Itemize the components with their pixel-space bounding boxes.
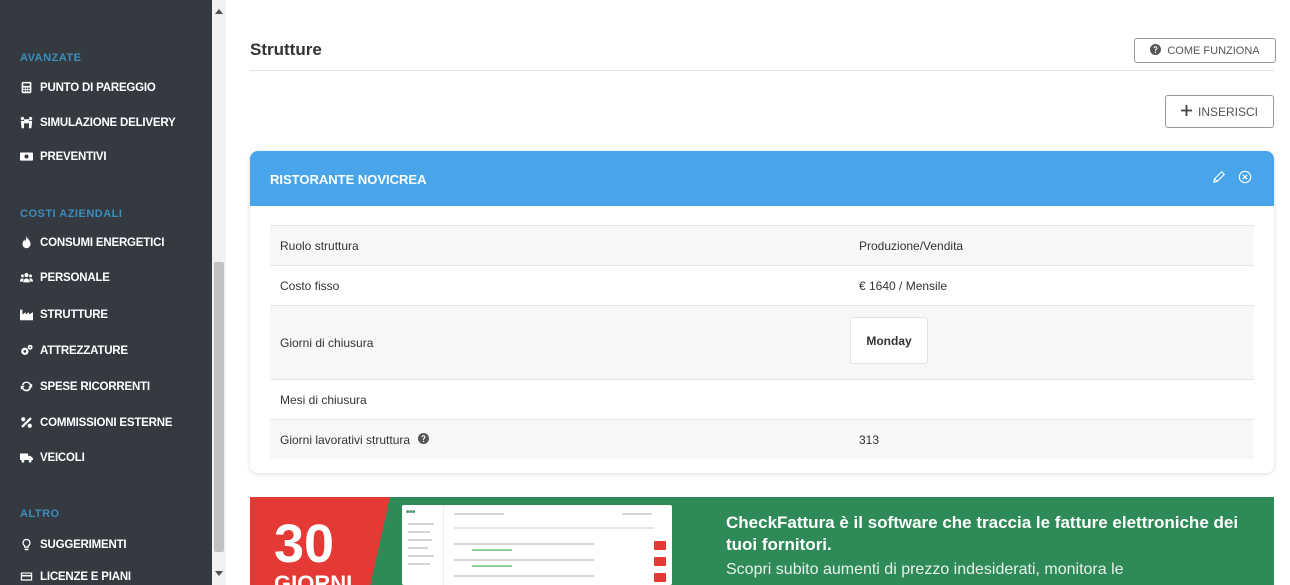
question-circle-icon[interactable]: [418, 432, 430, 447]
table-row: Mesi di chiusura: [270, 379, 1254, 419]
closing-day-badge: Monday: [850, 317, 928, 364]
structure-info-table: Ruolo struttura Produzione/Vendita Costo…: [270, 225, 1254, 459]
scroll-down-arrow-icon[interactable]: [212, 567, 226, 581]
sidebar-item-strutture[interactable]: STRUTTURE: [20, 308, 108, 321]
sidebar-item-veicoli[interactable]: VEICOLI: [20, 451, 85, 464]
sidebar-item-simulazione-delivery[interactable]: SIMULAZIONE DELIVERY: [20, 116, 176, 129]
sidebar-item-commissioni-esterne[interactable]: COMMISSIONI ESTERNE: [20, 416, 172, 429]
row-label: Mesi di chiusura: [280, 392, 367, 407]
sidebar-section-altro: ALTRO: [20, 508, 60, 520]
sidebar-item-label: SPESE RICORRENTI: [40, 380, 150, 393]
how-it-works-label: COME FUNZIONA: [1167, 44, 1260, 57]
row-label: Giorni lavorativi struttura: [280, 432, 411, 447]
page-title: Strutture: [250, 40, 322, 59]
screenshot-red-button: [654, 557, 666, 566]
table-row: Giorni di chiusura Monday: [270, 305, 1254, 379]
sidebar-item-preventivi[interactable]: PREVENTIVI: [20, 150, 107, 163]
close-circle-icon[interactable]: [1238, 170, 1252, 189]
sync-icon: [20, 380, 33, 393]
sidebar-scrollbar[interactable]: [212, 0, 226, 585]
sidebar-item-label: ATTREZZATURE: [40, 344, 128, 357]
fire-icon: [20, 236, 33, 249]
sidebar-item-personale[interactable]: PERSONALE: [20, 271, 110, 284]
percent-icon: [20, 416, 33, 429]
calculator-icon: [20, 81, 33, 94]
sidebar-item-label: SIMULAZIONE DELIVERY: [40, 116, 176, 129]
card-tools: [1212, 170, 1252, 189]
row-value: € 1640 / Mensile: [859, 278, 948, 293]
users-icon: [20, 271, 33, 284]
row-label: Ruolo struttura: [280, 238, 359, 253]
row-label: Costo fisso: [280, 278, 340, 293]
insert-label: INSERISCI: [1197, 104, 1258, 119]
card-header: RISTORANTE NOVICREA: [250, 151, 1274, 206]
checkfattura-logo-icon: ■■■: [406, 509, 416, 515]
structure-card: RISTORANTE NOVICREA Ruolo struttura Prod…: [250, 151, 1274, 473]
scrollbar-thumb[interactable]: [214, 262, 224, 552]
scroll-up-arrow-icon[interactable]: [212, 4, 226, 18]
insert-button[interactable]: INSERISCI: [1165, 95, 1274, 128]
sidebar-item-suggerimenti[interactable]: SUGGERIMENTI: [20, 538, 127, 551]
banner-days-number: 30: [274, 514, 335, 574]
table-row: Costo fisso € 1640 / Mensile: [270, 265, 1254, 305]
sidebar-item-licenze-e-piani[interactable]: LICENZE E PIANI: [20, 570, 131, 583]
banner-days-label: GIORNI: [274, 571, 353, 585]
checkfattura-promo-banner[interactable]: 30 GIORNI ■■■ CheckFattura è il software…: [250, 497, 1274, 585]
sidebar-item-label: PERSONALE: [40, 271, 110, 284]
cogs-icon: [20, 344, 33, 357]
industry-icon: [20, 308, 33, 321]
sidebar: AVANZATE PUNTO DI PAREGGIO SIMULAZIONE D…: [0, 0, 212, 585]
plus-icon: [1180, 104, 1192, 119]
banner-headline: CheckFattura è il software che traccia l…: [726, 513, 1239, 554]
sidebar-item-spese-ricorrenti[interactable]: SPESE RICORRENTI: [20, 380, 150, 393]
screenshot-sidebar: ■■■: [402, 505, 444, 585]
sidebar-item-label: VEICOLI: [40, 451, 85, 464]
sidebar-item-label: CONSUMI ENERGETICI: [40, 236, 165, 249]
banner-app-screenshot: ■■■: [402, 505, 672, 585]
question-circle-icon: [1150, 43, 1162, 58]
table-row: Giorni lavorativi struttura 313: [270, 419, 1254, 459]
row-value: 313: [859, 432, 880, 447]
banner-subline: Scopri subito aumenti di prezzo indeside…: [726, 561, 1124, 578]
sidebar-section-costi-aziendali: COSTI AZIENDALI: [20, 208, 123, 220]
sidebar-item-label: COMMISSIONI ESTERNE: [40, 416, 173, 429]
sidebar-item-label: LICENZE E PIANI: [40, 570, 131, 583]
card-title: RISTORANTE NOVICREA: [270, 172, 427, 187]
money-bill-icon: [20, 150, 33, 163]
main-content: Strutture COME FUNZIONA INSERISCI RISTOR…: [226, 0, 1290, 585]
sidebar-item-label: STRUTTURE: [40, 308, 108, 321]
row-value: Produzione/Vendita: [859, 238, 964, 253]
lightbulb-icon: [20, 538, 33, 551]
sidebar-section-avanzate: AVANZATE: [20, 52, 82, 64]
sidebar-item-punto-di-pareggio[interactable]: PUNTO DI PAREGGIO: [20, 81, 156, 94]
truck-icon: [20, 451, 33, 464]
how-it-works-button[interactable]: COME FUNZIONA: [1134, 38, 1276, 63]
sidebar-item-label: PUNTO DI PAREGGIO: [40, 81, 156, 94]
row-label-with-help: Giorni lavorativi struttura: [280, 432, 430, 447]
edit-pencil-icon[interactable]: [1212, 170, 1226, 189]
screenshot-red-button: [654, 573, 666, 582]
sidebar-item-label: PREVENTIVI: [40, 150, 107, 163]
screenshot-red-button: [654, 541, 666, 550]
row-label: Giorni di chiusura: [280, 335, 374, 350]
sidebar-item-label: SUGGERIMENTI: [40, 538, 127, 551]
people-carry-icon: [20, 116, 33, 129]
sidebar-item-consumi-energetici[interactable]: CONSUMI ENERGETICI: [20, 236, 164, 249]
table-row: Ruolo struttura Produzione/Vendita: [270, 225, 1254, 265]
sidebar-item-attrezzature[interactable]: ATTREZZATURE: [20, 344, 128, 357]
credit-card-icon: [20, 570, 33, 583]
title-divider: [250, 70, 1274, 71]
